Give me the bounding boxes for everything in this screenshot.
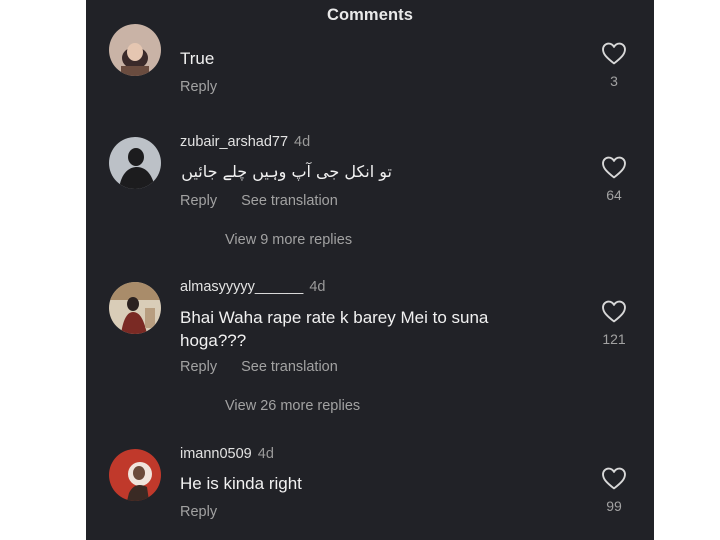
comment-text: تو انکل جی آپ وہیں چلے جائیں (181, 162, 392, 181)
like-button[interactable]: 64 (596, 156, 632, 203)
timestamp: 4d (257, 446, 274, 462)
comment-actions: Reply (180, 504, 217, 520)
like-button[interactable]: 121 (596, 300, 632, 347)
like-count: 99 (606, 498, 622, 514)
like-button[interactable]: 99 (596, 467, 632, 514)
like-count: 64 (606, 187, 622, 203)
username[interactable]: zubair_arshad77 (180, 134, 288, 150)
username[interactable]: almasyyyyy______ (180, 279, 303, 295)
comment-meta: zubair_arshad77 4d (180, 134, 310, 150)
heart-outline-icon (602, 156, 626, 179)
see-translation-button[interactable]: See translation (241, 359, 338, 375)
reply-button[interactable]: Reply (180, 79, 217, 95)
avatar[interactable] (109, 282, 161, 334)
like-count: 121 (602, 331, 626, 347)
avatar[interactable] (109, 449, 161, 501)
page-title: Comments (326, 6, 414, 24)
comments-panel: Comments True Reply 3 zubair_arshad77 4d… (86, 0, 654, 540)
avatar[interactable] (109, 24, 161, 76)
like-count: 3 (610, 73, 618, 89)
reply-button[interactable]: Reply (180, 504, 217, 520)
comment-text: He is kinda right (180, 474, 302, 493)
heart-outline-icon (602, 300, 626, 323)
view-more-replies-button[interactable]: View 9 more replies (225, 232, 352, 248)
username[interactable]: imann0509 (180, 446, 252, 462)
comment-actions: Reply See translation (180, 193, 338, 209)
reply-button[interactable]: Reply (180, 193, 217, 209)
comment-text: True (180, 49, 215, 68)
comment-meta: almasyyyyy______ 4d (180, 279, 325, 295)
heart-outline-icon (602, 42, 626, 65)
heart-outline-icon (602, 467, 626, 490)
comment-actions: Reply See translation (180, 359, 338, 375)
timestamp: 4d (309, 279, 326, 295)
comment-meta: imann0509 4d (180, 446, 274, 462)
view-more-replies-button[interactable]: View 26 more replies (225, 398, 360, 414)
comment-actions: Reply (180, 79, 217, 95)
like-button[interactable]: 3 (596, 42, 632, 89)
reply-button[interactable]: Reply (180, 359, 217, 375)
comment-text: Bhai Waha rape rate k barey Mei to suna … (180, 308, 489, 350)
see-translation-button[interactable]: See translation (241, 193, 338, 209)
timestamp: 4d (294, 134, 311, 150)
avatar[interactable] (109, 137, 161, 189)
